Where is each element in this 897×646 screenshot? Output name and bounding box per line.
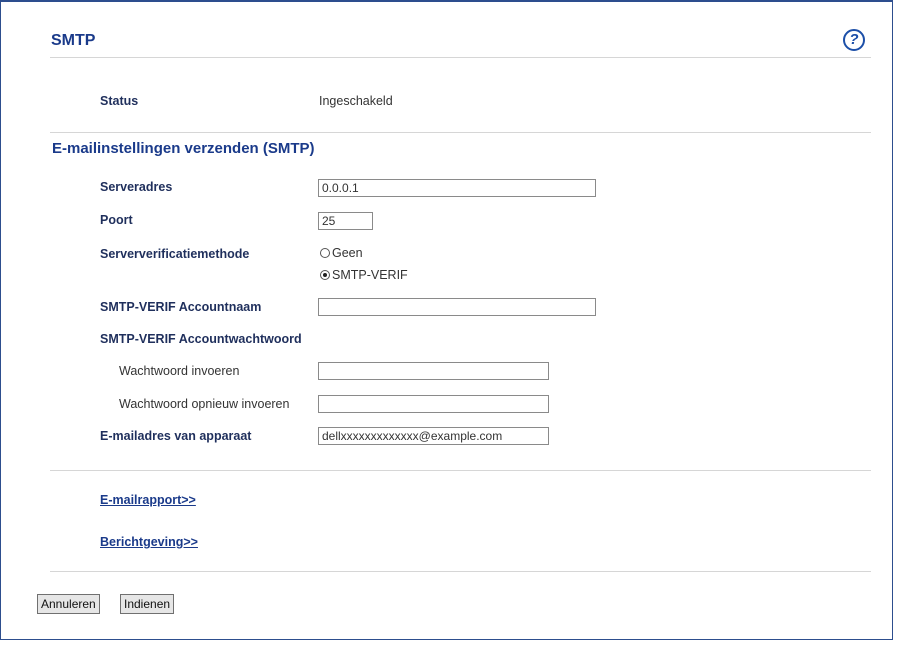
auth-method-label: Serververificatiemethode [100,247,250,261]
divider [50,470,871,471]
page-title: SMTP [51,32,96,49]
server-address-label: Serveradres [100,180,173,194]
auth-option-none[interactable]: Geen [320,246,440,260]
port-input[interactable] [318,212,373,230]
account-name-input[interactable] [318,298,596,316]
status-label: Status [100,94,139,108]
device-email-label: E-mailadres van apparaat [100,429,252,443]
status-value: Ingeschakeld [319,94,393,108]
password-reenter-label: Wachtwoord opnieuw invoeren [119,397,290,411]
account-password-label: SMTP-VERIF Accountwachtwoord [100,332,302,346]
help-icon[interactable]: ? [843,29,865,51]
account-name-label: SMTP-VERIF Accountnaam [100,300,262,314]
submit-button[interactable]: Indienen [120,594,175,614]
password-enter-input[interactable] [318,362,549,380]
server-address-input[interactable] [318,179,596,197]
email-report-link[interactable]: E-mailrapport>> [100,493,196,507]
radio-smtp-verif[interactable] [320,270,330,280]
section-title: E-mailinstellingen verzenden (SMTP) [52,140,315,157]
divider [50,57,871,58]
auth-option-none-label: Geen [332,246,363,260]
password-enter-label: Wachtwoord invoeren [119,364,240,378]
auth-option-smtp-verif-label: SMTP-VERIF [332,268,408,282]
divider [50,132,871,133]
auth-option-smtp-verif[interactable]: SMTP-VERIF [320,268,440,282]
radio-none[interactable] [320,248,330,258]
cancel-button[interactable]: Annuleren [37,594,100,614]
device-email-input[interactable] [318,427,549,445]
port-label: Poort [100,213,133,227]
divider [50,571,871,572]
notification-link[interactable]: Berichtgeving>> [100,535,198,549]
password-reenter-input[interactable] [318,395,549,413]
smtp-settings-page: SMTP ? Status Ingeschakeld E-mailinstell… [0,0,893,640]
